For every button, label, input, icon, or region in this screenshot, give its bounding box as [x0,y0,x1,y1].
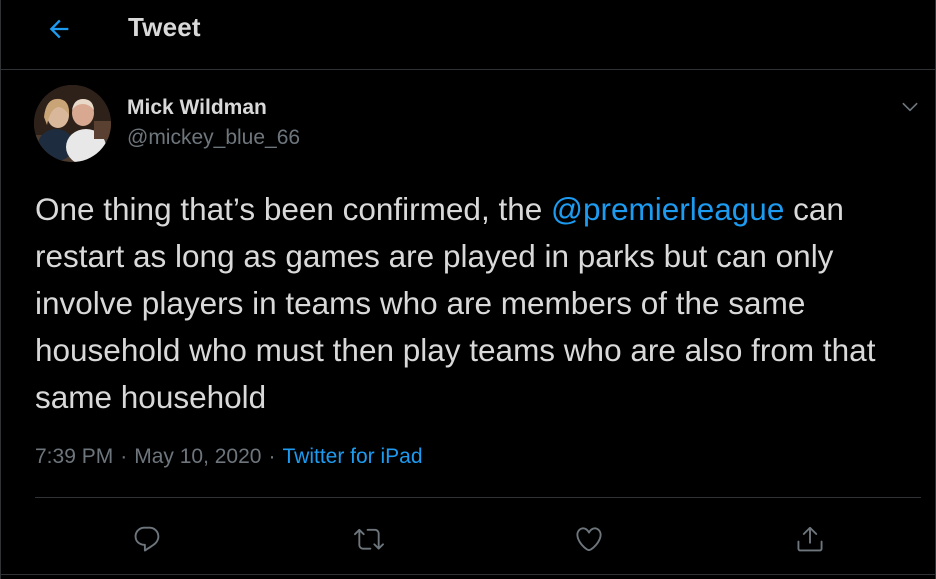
page-title: Tweet [128,12,201,42]
like-button[interactable] [567,517,611,561]
header-bar: Tweet [1,0,935,70]
tweet-meta: 7:39 PM · May 10, 2020 · Twitter for iPad [35,445,423,469]
back-button[interactable] [39,9,79,49]
divider [1,574,935,575]
heart-icon [576,527,602,552]
tweet-text: One thing that’s been confirmed, the @pr… [35,186,915,421]
retweet-icon [354,528,384,550]
share-button[interactable] [788,517,832,561]
meta-separator: · [268,445,276,468]
share-icon [797,526,823,552]
mention-link[interactable]: @premierleague [551,191,784,227]
avatar[interactable] [34,85,111,162]
meta-separator: · [120,445,128,468]
tweet-source[interactable]: Twitter for iPad [282,445,422,468]
arrow-left-icon [49,19,69,39]
tweet-time[interactable]: 7:39 PM [35,445,113,468]
tweet-date[interactable]: May 10, 2020 [134,445,261,468]
author-display-name[interactable]: Mick Wildman [127,96,267,120]
retweet-button[interactable] [347,517,391,561]
avatar-photo [34,85,111,162]
chevron-down-icon [902,102,918,112]
tweet-text-part: One thing that’s been confirmed, the [35,191,551,227]
more-options-button[interactable] [893,90,927,124]
author-handle[interactable]: @mickey_blue_66 [127,126,300,150]
divider [35,497,921,498]
reply-button[interactable] [125,517,169,561]
tweet-page: Tweet Mick Wildman @mickey_blue_66 One t… [0,0,936,579]
reply-icon [134,526,160,552]
